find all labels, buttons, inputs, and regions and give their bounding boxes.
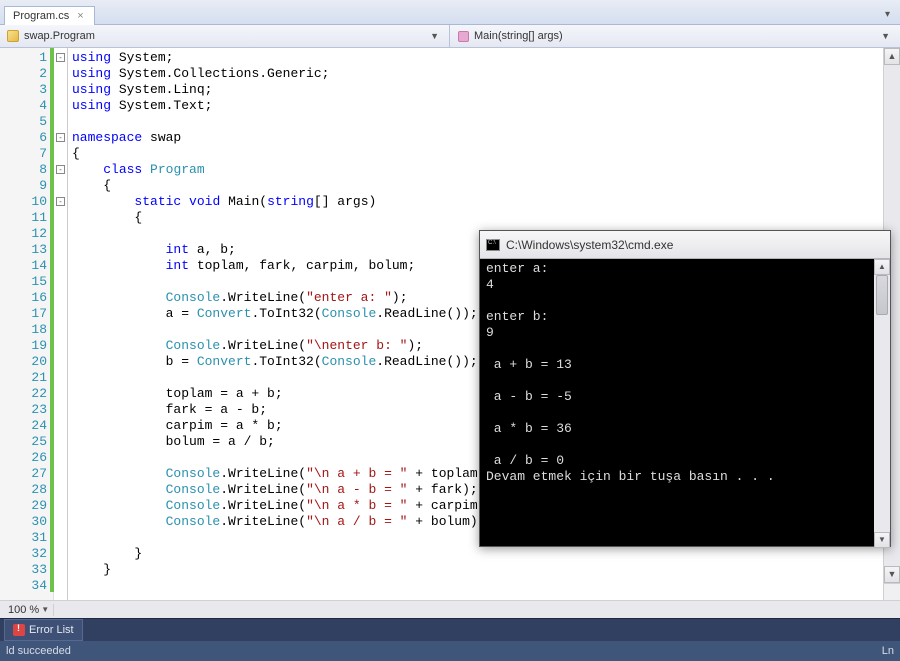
scroll-down-button[interactable]: ▼ bbox=[874, 532, 890, 548]
tab-overflow-dropdown[interactable]: ▾ bbox=[881, 5, 894, 24]
tab-error-list[interactable]: Error List bbox=[4, 619, 83, 641]
console-titlebar[interactable]: C:\Windows\system32\cmd.exe bbox=[480, 231, 890, 259]
chevron-down-icon: ▼ bbox=[877, 31, 894, 41]
scroll-up-button[interactable]: ▲ bbox=[884, 48, 900, 65]
class-dropdown-label: swap.Program bbox=[24, 30, 422, 42]
split-handle[interactable] bbox=[884, 583, 900, 600]
bottom-panel-tabs: Error List bbox=[0, 618, 900, 641]
line-number-gutter: 1234567891011121314151617181920212223242… bbox=[0, 48, 54, 600]
console-window[interactable]: C:\Windows\system32\cmd.exe enter a: 4 e… bbox=[479, 230, 891, 547]
class-icon bbox=[6, 29, 20, 43]
scroll-up-button[interactable]: ▲ bbox=[874, 259, 890, 275]
error-icon bbox=[13, 624, 25, 636]
fold-toggle[interactable]: - bbox=[56, 133, 65, 142]
zoom-value: 100 % bbox=[8, 604, 39, 616]
horizontal-scrollbar-row: 100 % ▼ bbox=[0, 600, 900, 618]
close-icon[interactable]: × bbox=[75, 10, 85, 22]
console-title-text: C:\Windows\system32\cmd.exe bbox=[506, 238, 673, 252]
console-output[interactable]: enter a: 4 enter b: 9 a + b = 13 a - b =… bbox=[480, 259, 890, 546]
cmd-icon bbox=[486, 239, 500, 251]
fold-toggle[interactable]: - bbox=[56, 197, 65, 206]
fold-gutter[interactable]: - - - - bbox=[54, 48, 68, 600]
fold-toggle[interactable]: - bbox=[56, 165, 65, 174]
chevron-down-icon: ▼ bbox=[426, 31, 443, 41]
fold-toggle[interactable]: - bbox=[56, 53, 65, 62]
status-bar: ld succeeded Ln bbox=[0, 641, 900, 661]
chevron-down-icon: ▼ bbox=[41, 605, 49, 614]
tab-program-cs[interactable]: Program.cs × bbox=[4, 6, 95, 25]
scroll-down-button[interactable]: ▼ bbox=[884, 566, 900, 583]
tab-label: Program.cs bbox=[13, 10, 69, 22]
method-icon bbox=[456, 29, 470, 43]
error-list-label: Error List bbox=[29, 624, 74, 636]
member-dropdown[interactable]: Main(string[] args) ▼ bbox=[450, 25, 900, 47]
console-vertical-scrollbar[interactable]: ▲ ▼ bbox=[874, 259, 890, 548]
scrollbar-thumb[interactable] bbox=[876, 275, 888, 315]
class-dropdown[interactable]: swap.Program ▼ bbox=[0, 25, 450, 47]
navigation-bar: swap.Program ▼ Main(string[] args) ▼ bbox=[0, 25, 900, 48]
zoom-dropdown[interactable]: 100 % ▼ bbox=[0, 604, 54, 616]
member-dropdown-label: Main(string[] args) bbox=[474, 30, 873, 42]
tab-strip: Program.cs × ▾ bbox=[0, 0, 900, 25]
